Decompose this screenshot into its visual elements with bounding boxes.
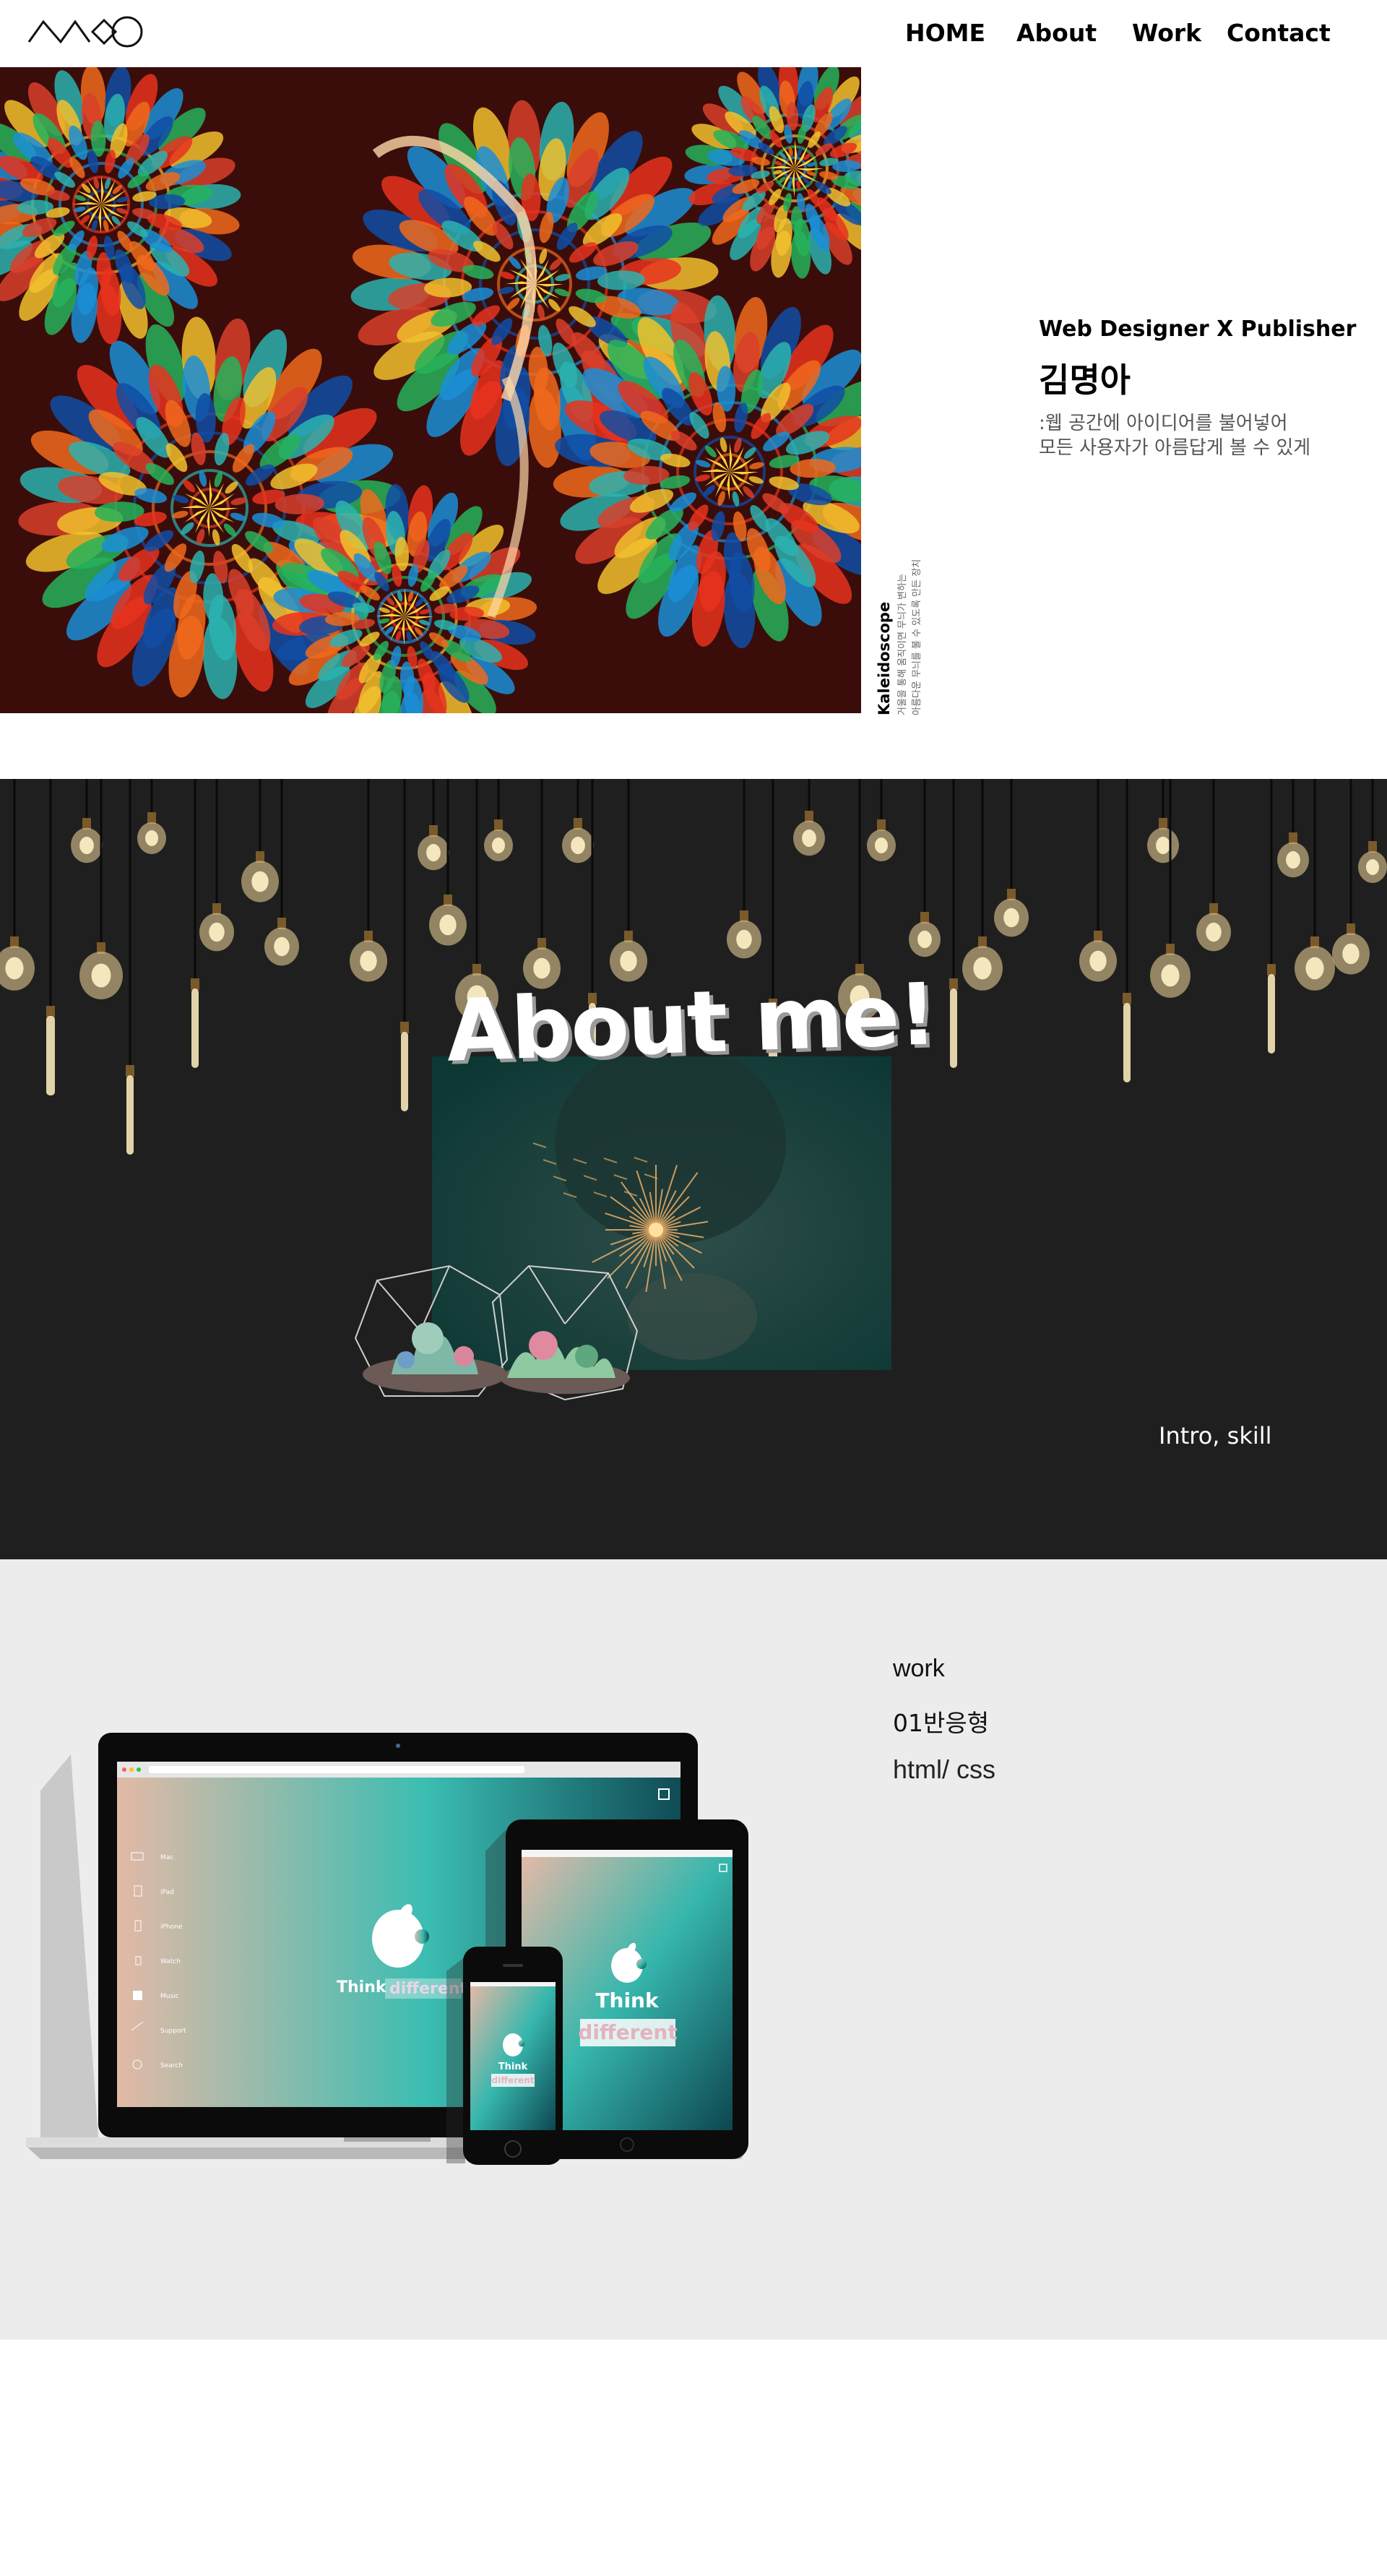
nav-about[interactable]: About: [1016, 19, 1097, 47]
phone-slogan: Think: [498, 2062, 528, 2072]
hero-description-line: 모든 사용자가 아름답게 볼 수 있게: [1039, 437, 1311, 459]
hero-title: Web Designer X Publisher: [1039, 316, 1357, 342]
hero-description: :웹 공간에 아이디어를 불어넣어 모든 사용자가 아름답게 볼 수 있게: [1039, 411, 1310, 460]
tablet-slogan: Think: [595, 1989, 660, 2012]
work-number[interactable]: 01반응형: [893, 1704, 989, 1739]
terrarium-illustration: [354, 1265, 639, 1401]
vertical-description-line: 거울을 통해 움직이면 무늬가 변하는: [897, 574, 908, 715]
vertical-description-line: 아름다운 무늬를 볼 수 있도록 만든 장치: [912, 559, 922, 715]
nav-home[interactable]: HOME: [905, 19, 985, 47]
work-tech: html/ css: [893, 1754, 996, 1784]
sidebar-item: iPad: [160, 1889, 174, 1896]
vertical-title: Kaleidoscope: [876, 601, 893, 715]
responsive-devices-mockup: Mac iPad iPhone Watch Music Support Sear…: [26, 1733, 748, 2165]
kaleidoscope-photo: [0, 67, 861, 713]
hero-description-line: :웹 공간에 아이디어를 불어넣어: [1039, 413, 1288, 434]
sidebar-item: Mac: [160, 1854, 173, 1861]
sidebar-item: Watch: [160, 1958, 181, 1965]
sidebar-item: Support: [160, 2028, 186, 2035]
sidebar-item: iPhone: [160, 1924, 183, 1931]
work-label: work: [893, 1655, 945, 1682]
vertical-description: 거울을 통해 움직이면 무늬가 변하는 아름다운 무늬를 볼 수 있도록 만든 …: [896, 559, 925, 715]
sidebar-item: Music: [160, 1993, 179, 2000]
laptop-slogan: Think: [337, 1978, 387, 1996]
site-header: HOME About Work Contact: [0, 0, 1387, 67]
tablet-slogan-highlight: different: [578, 2020, 677, 2044]
sidebar-item: Search: [160, 2062, 183, 2069]
main-nav: HOME About Work Contact: [0, 19, 1387, 48]
hero-name: 김명아: [1039, 361, 1131, 400]
nav-contact[interactable]: Contact: [1227, 19, 1331, 47]
phone-slogan-highlight: different: [492, 2075, 535, 2085]
about-heading: About me!: [444, 964, 938, 1081]
intro-skill-link[interactable]: Intro, skill: [1159, 1422, 1272, 1449]
nav-work[interactable]: Work: [1132, 19, 1201, 47]
